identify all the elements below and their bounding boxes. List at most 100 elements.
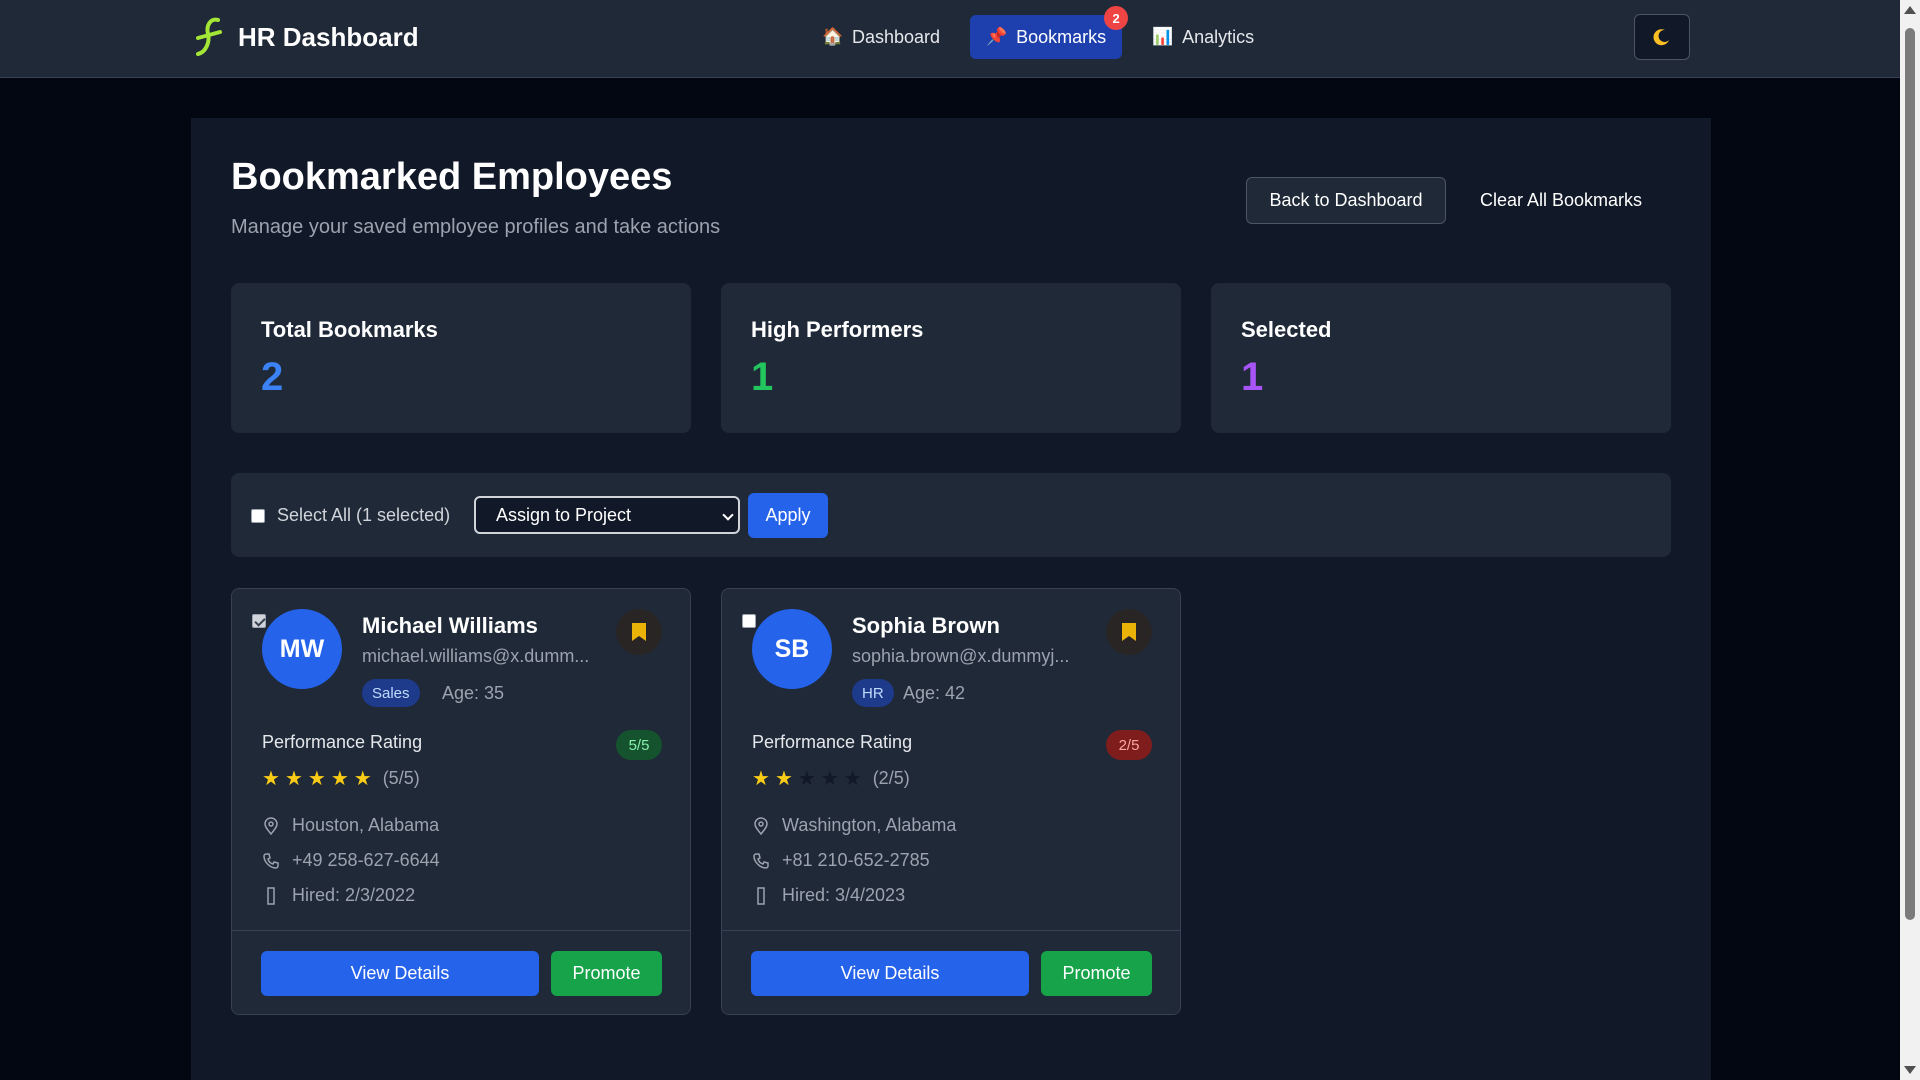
bookmark-icon	[1122, 623, 1136, 641]
calendar-icon	[262, 886, 280, 905]
bookmark-icon	[632, 623, 646, 641]
employee-select-checkbox[interactable]	[252, 614, 266, 628]
stat-value: 2	[261, 355, 284, 399]
back-to-dashboard-button[interactable]: Back to Dashboard	[1246, 177, 1446, 224]
brand[interactable]: HR Dashboard	[192, 16, 419, 58]
employee-email: sophia.brown@x.dummyj...	[852, 646, 1070, 666]
promote-button[interactable]: Promote	[551, 951, 662, 996]
avatar: SB	[752, 609, 832, 689]
stat-label: Selected	[1241, 317, 1332, 342]
view-details-button[interactable]: View Details	[751, 951, 1029, 996]
employee-location: Washington, Alabama	[782, 815, 957, 835]
employee-card: SB Sophia Brown sophia.brown@x.dummyj...…	[721, 588, 1181, 1015]
employee-location: Houston, Alabama	[292, 815, 440, 835]
stat-value: 1	[751, 355, 774, 399]
nav-analytics[interactable]: 📊 Analytics	[1136, 15, 1270, 59]
card-actions: View Details Promote	[722, 930, 1180, 1014]
scroll-down-arrow-icon[interactable]	[1904, 1066, 1916, 1074]
logo-icon	[196, 17, 222, 56]
location-row: Washington, Alabama	[752, 815, 956, 836]
star-icon: ★	[307, 767, 326, 790]
bookmarks-count-badge: 2	[1104, 6, 1129, 30]
employee-name: Sophia Brown	[852, 613, 1000, 638]
star-rating: ★ ★ ★ ★ ★ (2/5)	[752, 768, 910, 789]
star-icon: ★	[752, 767, 770, 790]
clear-all-bookmarks-button[interactable]: Clear All Bookmarks	[1461, 177, 1661, 224]
employee-name: Michael Williams	[362, 613, 538, 638]
stat-high-performers: High Performers 1	[721, 283, 1181, 433]
employee-phone: +81 210-652-2785	[782, 850, 930, 870]
nav-analytics-label: Analytics	[1182, 26, 1255, 47]
employee-hired: Hired: 2/3/2022	[292, 885, 416, 905]
select-all-checkbox[interactable]	[251, 508, 265, 523]
nav-bookmarks[interactable]: 📌 Bookmarks 2	[970, 6, 1129, 59]
rating-text: (2/5)	[872, 768, 910, 788]
stat-value: 1	[1241, 355, 1264, 399]
moon-icon	[1653, 29, 1669, 46]
star-rating: ★ ★ ★ ★ ★ (5/5)	[262, 768, 420, 789]
bookmark-toggle-button[interactable]	[1106, 609, 1152, 655]
employee-email: michael.williams@x.dumm...	[362, 646, 590, 666]
page-subtitle: Manage your saved employee profiles and …	[231, 216, 721, 238]
calendar-icon	[752, 886, 770, 905]
theme-toggle-button[interactable]	[1634, 14, 1690, 60]
bulk-action-selected-value: Assign to Project	[496, 504, 632, 525]
star-icon: ★	[353, 767, 372, 790]
scroll-up-arrow-icon[interactable]	[1904, 6, 1916, 14]
map-pin-icon	[262, 816, 280, 835]
select-all-label: Select All (1 selected)	[277, 505, 451, 525]
avatar: MW	[262, 609, 342, 689]
phone-icon	[752, 852, 770, 870]
scrollbar-thumb[interactable]	[1905, 28, 1915, 920]
performance-label: Performance Rating	[752, 732, 913, 752]
apply-button[interactable]: Apply	[748, 493, 828, 538]
main-content: Bookmarked Employees Manage your saved e…	[191, 118, 1711, 1080]
house-icon: 🏠	[822, 27, 844, 46]
star-icon: ★	[330, 767, 349, 790]
rating-badge: 2/5	[1106, 730, 1152, 760]
nav-dashboard[interactable]: 🏠 Dashboard	[806, 15, 956, 59]
app-title: HR Dashboard	[238, 21, 419, 52]
view-details-button[interactable]: View Details	[261, 951, 539, 996]
bulk-actions-bar: Select All (1 selected) Assign to Projec…	[231, 473, 1671, 557]
pushpin-icon: 📌	[986, 27, 1008, 46]
chevron-down-icon	[722, 509, 734, 521]
employee-hired: Hired: 3/4/2023	[782, 885, 906, 905]
star-icon: ★	[797, 767, 816, 790]
page-title: Bookmarked Employees	[231, 156, 673, 198]
star-icon: ★	[774, 767, 793, 790]
employee-phone: +49 258-627-6644	[292, 850, 440, 870]
page-scrollbar[interactable]	[1900, 0, 1920, 1080]
rating-text: (5/5)	[382, 768, 420, 788]
employee-age: Age: 35	[442, 683, 505, 703]
stat-label: Total Bookmarks	[261, 317, 438, 342]
department-badge: Sales	[362, 679, 420, 707]
star-icon: ★	[262, 767, 280, 790]
location-row: Houston, Alabama	[262, 815, 439, 836]
star-icon: ★	[820, 767, 839, 790]
bookmark-toggle-button[interactable]	[616, 609, 662, 655]
stat-selected: Selected 1	[1211, 283, 1671, 433]
department-badge: HR	[852, 679, 894, 707]
select-all[interactable]: Select All (1 selected)	[251, 505, 450, 526]
main-nav: 🏠 Dashboard 📌 Bookmarks 2 📊 Analytics	[806, 6, 1270, 59]
phone-icon	[262, 852, 280, 870]
nav-bookmarks-label: Bookmarks	[1016, 26, 1107, 47]
employee-select-checkbox[interactable]	[742, 614, 756, 628]
top-navbar: HR Dashboard 🏠 Dashboard 📌 Bookmarks 2 📊…	[0, 0, 1900, 78]
map-pin-icon	[752, 816, 770, 835]
promote-button[interactable]: Promote	[1041, 951, 1152, 996]
stat-label: High Performers	[751, 317, 924, 342]
rating-badge: 5/5	[616, 730, 662, 760]
stat-total-bookmarks: Total Bookmarks 2	[231, 283, 691, 433]
bulk-action-select[interactable]: Assign to Project	[474, 496, 740, 534]
hired-row: Hired: 3/4/2023	[752, 885, 905, 906]
bar-chart-icon: 📊	[1152, 27, 1174, 46]
star-icon: ★	[843, 767, 862, 790]
star-icon: ★	[284, 767, 303, 790]
phone-row: +81 210-652-2785	[752, 850, 930, 871]
performance-label: Performance Rating	[262, 732, 423, 752]
employee-card: MW Michael Williams michael.williams@x.d…	[231, 588, 691, 1015]
hired-row: Hired: 2/3/2022	[262, 885, 415, 906]
employee-age: Age: 42	[903, 683, 966, 703]
